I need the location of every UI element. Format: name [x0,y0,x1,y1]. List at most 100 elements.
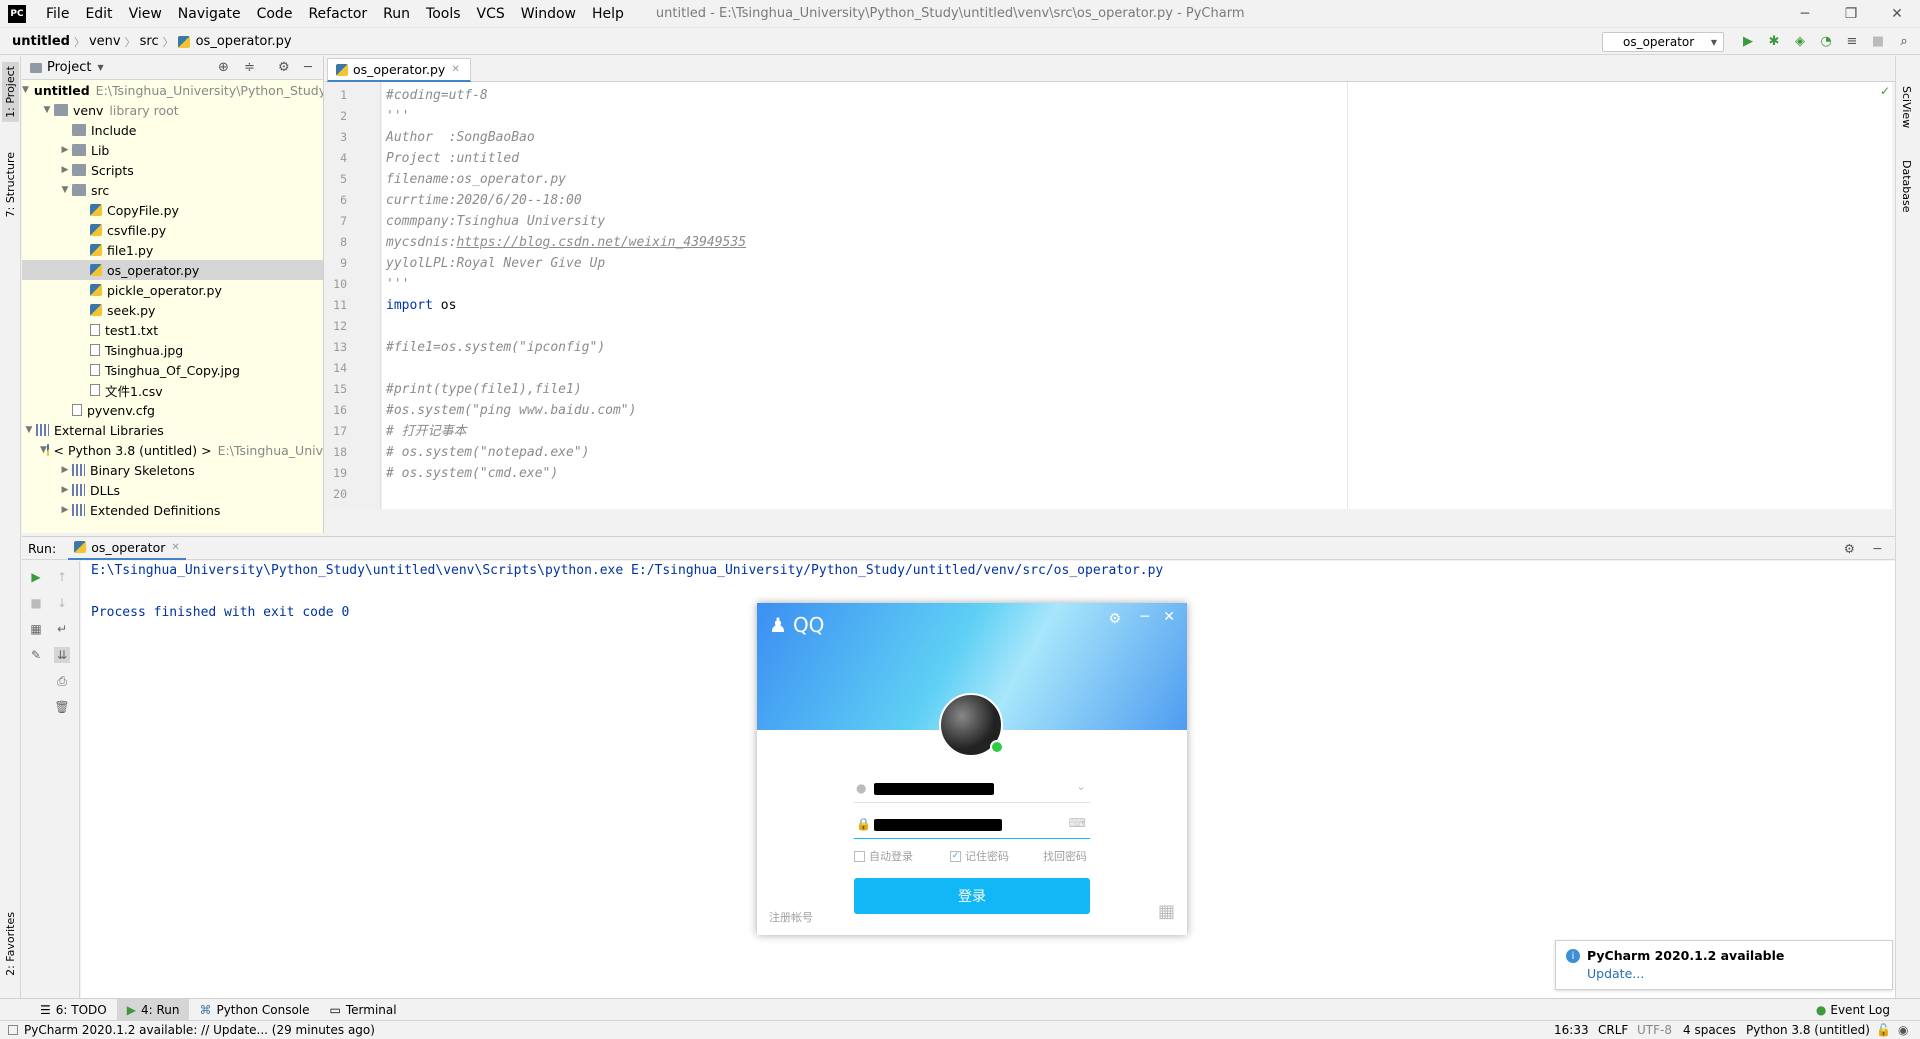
tab-favorites[interactable]: 2: Favorites [2,908,19,980]
expand-arrow-icon[interactable]: ▶ [58,505,72,515]
login-button[interactable]: 登录 [854,878,1090,914]
close-tab-icon[interactable]: ✕ [451,64,459,75]
run-icon[interactable]: ▶ [1740,33,1756,49]
code-editor[interactable]: #coding=utf-8 ''' Author :SongBaoBao Projec… [382,82,1892,509]
comment-link[interactable]: https://blog.csdn.net/weixin_43949535 [456,235,746,250]
close-icon[interactable]: ✕ [1874,0,1920,28]
menu-edit[interactable]: Edit [77,0,120,28]
keyboard-icon[interactable]: ⌨ [1069,816,1086,830]
tree-item-binary-skeletons[interactable]: ▶ Binary Skeletons [22,460,323,480]
status-message[interactable]: PyCharm 2020.1.2 available: // Update...… [24,1023,375,1037]
pin-icon[interactable]: ✎ [28,647,44,663]
coverage-icon[interactable]: ◈ [1792,33,1808,49]
run-configuration-select[interactable]: os_operator [1602,32,1724,52]
stop-icon[interactable]: ■ [28,595,44,611]
indent-setting[interactable]: 4 spaces [1683,1023,1736,1037]
menu-code[interactable]: Code [249,0,301,28]
tree-item-untitled[interactable]: ▼ untitled E:\Tsinghua_University\Python_S… [22,80,323,100]
breadcrumb-venv[interactable]: venv [85,34,125,49]
expand-arrow-icon[interactable]: ▶ [58,145,72,155]
tree-item-copyfile[interactable]: CopyFile.py [22,200,323,220]
menu-vcs[interactable]: VCS [469,0,513,28]
locate-icon[interactable]: ⊕ [218,60,229,75]
tree-item-external-libraries[interactable]: ▼ External Libraries [22,420,323,440]
expand-arrow-icon[interactable]: ▶ [58,165,72,175]
tree-item-test1[interactable]: test1.txt [22,320,323,340]
qq-account-field[interactable]: ● ⌄ [854,775,1090,803]
menu-help[interactable]: Help [584,0,632,28]
scroll-up-icon[interactable]: ↑ [54,569,70,585]
tree-item-tsinghua-copy-jpg[interactable]: Tsinghua_Of_Copy.jpg [22,360,323,380]
hide-icon[interactable]: ─ [1873,541,1881,556]
expand-arrow-icon[interactable]: ▶ [58,485,72,495]
chevron-down-icon[interactable]: ▼ [97,63,103,72]
minimize-icon[interactable]: ─ [1141,609,1149,625]
tree-item-dlls[interactable]: ▶ DLLs [22,480,323,500]
menu-file[interactable]: File [38,0,77,28]
tree-item-csv[interactable]: 文件1.csv [22,380,323,400]
tab-database[interactable]: Database [1900,160,1913,213]
tab-sciview[interactable]: SciView [1900,86,1913,128]
tree-item-csvfile[interactable]: csvfile.py [22,220,323,240]
gear-icon[interactable]: ⚙ [1844,541,1855,556]
auto-login-option[interactable]: 自动登录 [854,848,913,864]
tab-python-console[interactable]: ⌘ Python Console [189,999,319,1021]
menu-run[interactable]: Run [375,0,418,28]
menu-view[interactable]: View [121,0,170,28]
scroll-down-icon[interactable]: ↓ [54,595,70,611]
expand-arrow-icon[interactable]: ▼ [22,85,29,95]
run-tab-os-operator[interactable]: os_operator ✕ [68,536,186,560]
project-view-select[interactable]: Project [47,60,91,75]
soft-wrap-icon[interactable]: ↵ [54,621,70,637]
debug-icon[interactable]: ✱ [1766,33,1782,49]
event-log-tab[interactable]: ● Event Log [1816,1003,1890,1017]
chevron-down-icon[interactable]: ⌄ [1076,779,1086,793]
gear-icon[interactable]: ⚙ [278,60,290,75]
expand-arrow-icon[interactable]: ▼ [40,105,54,115]
expand-arrow-icon[interactable]: ▶ [58,465,72,475]
tab-run[interactable]: ▶ 4: Run [116,998,190,1021]
expand-arrow-icon[interactable]: ▼ [22,425,36,435]
tree-item-include[interactable]: Include [22,120,323,140]
register-link[interactable]: 注册帐号 [769,909,813,925]
tool-window-toggle-icon[interactable] [8,1025,18,1035]
tree-item-os-operator[interactable]: os_operator.py [22,260,323,280]
stop-icon[interactable]: ■ [1870,33,1886,49]
close-tab-icon[interactable]: ✕ [171,542,179,553]
profile-icon[interactable]: ◔ [1818,33,1834,49]
rerun-icon[interactable]: ▶ [28,569,44,585]
trash-icon[interactable]: 🗑 [54,699,70,715]
tab-terminal[interactable]: ▭ Terminal [320,999,407,1021]
tree-item-python-sdk[interactable]: ▼ < Python 3.8 (untitled) > E:\Tsinghua_Un… [22,440,323,460]
menu-window[interactable]: Window [513,0,584,28]
breadcrumb-src[interactable]: src [136,34,163,49]
menu-refactor[interactable]: Refactor [300,0,375,28]
tree-item-pickle-operator[interactable]: pickle_operator.py [22,280,323,300]
search-icon[interactable]: ⌕ [1896,33,1912,49]
tree-item-scripts[interactable]: ▶ Scripts [22,160,323,180]
print-icon[interactable]: ⎙ [54,673,70,689]
restore-icon[interactable]: ❐ [1828,0,1874,28]
caret-position[interactable]: 16:33 [1554,1023,1589,1037]
breadcrumb-file[interactable]: os_operator.py [192,34,296,49]
tree-item-lib[interactable]: ▶ Lib [22,140,323,160]
tab-todo[interactable]: ☰ 6: TODO [30,999,117,1021]
tree-item-src[interactable]: ▼ src [22,180,323,200]
breadcrumb-project[interactable]: untitled [8,34,74,49]
update-link[interactable]: Update... [1587,966,1644,981]
remember-password-checkbox[interactable]: ✓ [950,850,961,862]
tree-item-tsinghua-jpg[interactable]: Tsinghua.jpg [22,340,323,360]
auto-login-checkbox[interactable] [854,850,865,862]
editor-tab-os-operator[interactable]: os_operator.py ✕ [327,58,471,82]
tree-item-seek[interactable]: seek.py [22,300,323,320]
qr-code-icon[interactable]: ▦ [1158,901,1175,922]
menu-tools[interactable]: Tools [418,0,469,28]
gear-icon[interactable]: ⚙ [1108,611,1121,627]
tab-structure[interactable]: 7: Structure [2,148,19,221]
find-password-link[interactable]: 找回密码 [1043,848,1087,864]
expand-arrow-icon[interactable]: ▼ [58,185,72,195]
tree-item-venv[interactable]: ▼ venv library root [22,100,323,120]
tree-item-pyvenv[interactable]: pyvenv.cfg [22,400,323,420]
layout-icon[interactable]: ▦ [28,621,44,637]
run-concurrency-icon[interactable]: ≡ [1844,33,1860,49]
